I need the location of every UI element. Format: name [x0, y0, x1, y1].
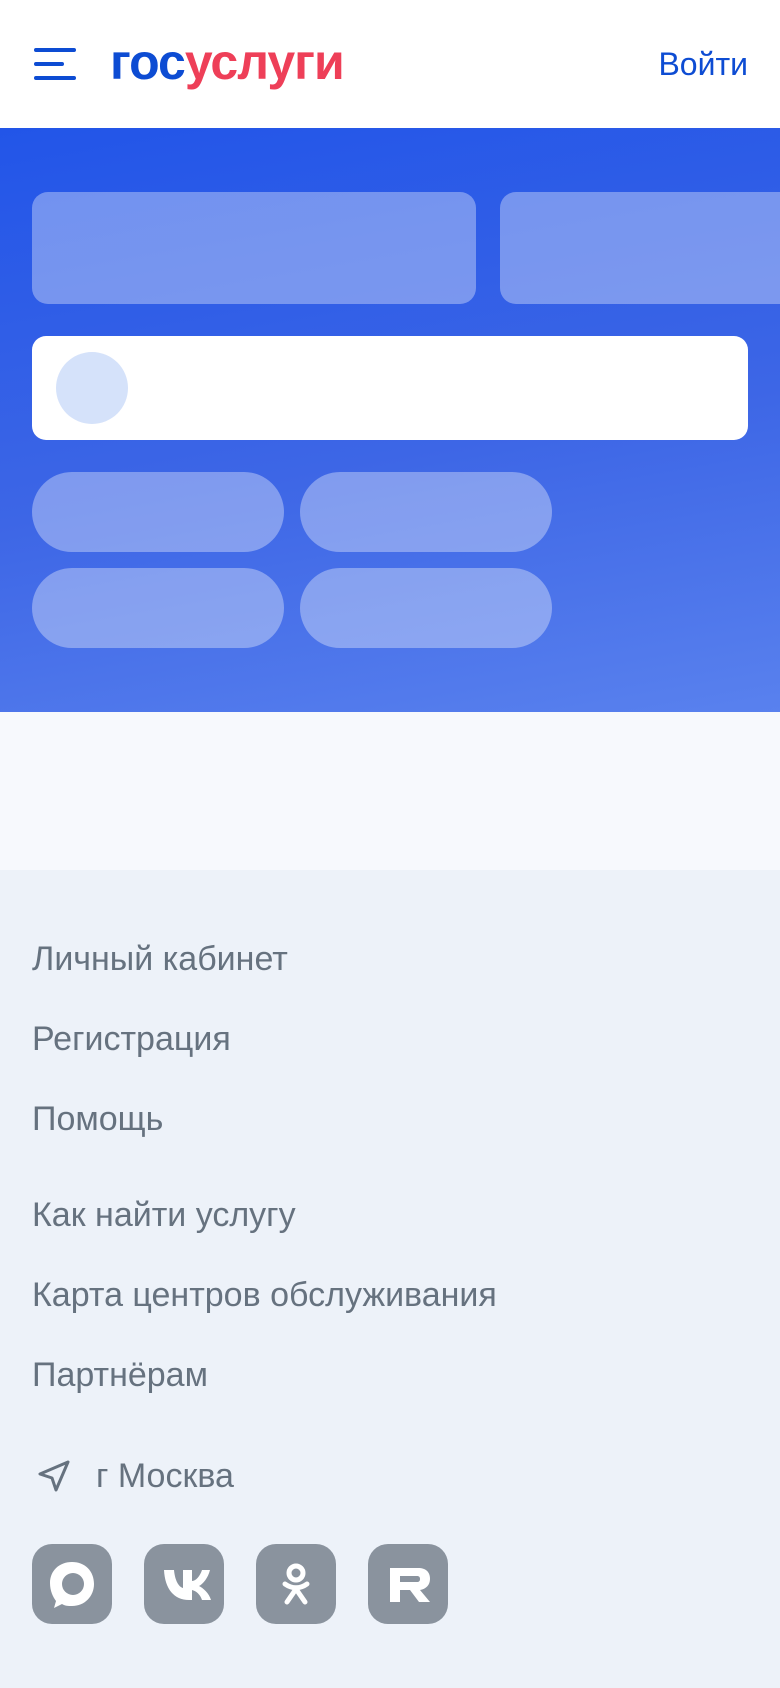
gosuslugi-logo[interactable]: госуслуги [110, 30, 345, 94]
skeleton-card [32, 192, 476, 304]
skeleton-pill [32, 568, 284, 648]
search-icon-placeholder [56, 352, 128, 424]
header: госуслуги Войти [0, 0, 780, 128]
menu-icon[interactable] [34, 46, 76, 82]
footer-link-help[interactable]: Помощь [32, 1096, 163, 1142]
footer: Личный кабинет Регистрация Помощь Как на… [0, 870, 780, 1688]
login-button[interactable]: Войти [658, 40, 748, 88]
footer-link-personal-account[interactable]: Личный кабинет [32, 936, 288, 982]
footer-link-partners[interactable]: Партнёрам [32, 1352, 208, 1398]
content-placeholder [0, 712, 780, 870]
skeleton-card [500, 192, 780, 304]
skeleton-pill [300, 472, 552, 552]
footer-link-find-service[interactable]: Как найти услугу [32, 1192, 296, 1238]
logo-part-gos: гос [110, 34, 186, 90]
city-selector[interactable]: г Москва [32, 1448, 234, 1504]
footer-link-registration[interactable]: Регистрация [32, 1016, 231, 1062]
max-icon[interactable] [32, 1544, 112, 1624]
social-links [32, 1544, 448, 1624]
location-arrow-icon [38, 1460, 70, 1492]
footer-link-service-centers-map[interactable]: Карта центров обслуживания [32, 1272, 497, 1318]
skeleton-pill [32, 472, 284, 552]
skeleton-pill [300, 568, 552, 648]
rutube-icon[interactable] [368, 1544, 448, 1624]
city-name: г Москва [96, 1456, 234, 1495]
vk-icon[interactable] [144, 1544, 224, 1624]
search-bar-placeholder[interactable] [32, 336, 748, 440]
hero-section [0, 128, 780, 712]
logo-part-uslugi: услуги [184, 34, 345, 90]
ok-icon[interactable] [256, 1544, 336, 1624]
